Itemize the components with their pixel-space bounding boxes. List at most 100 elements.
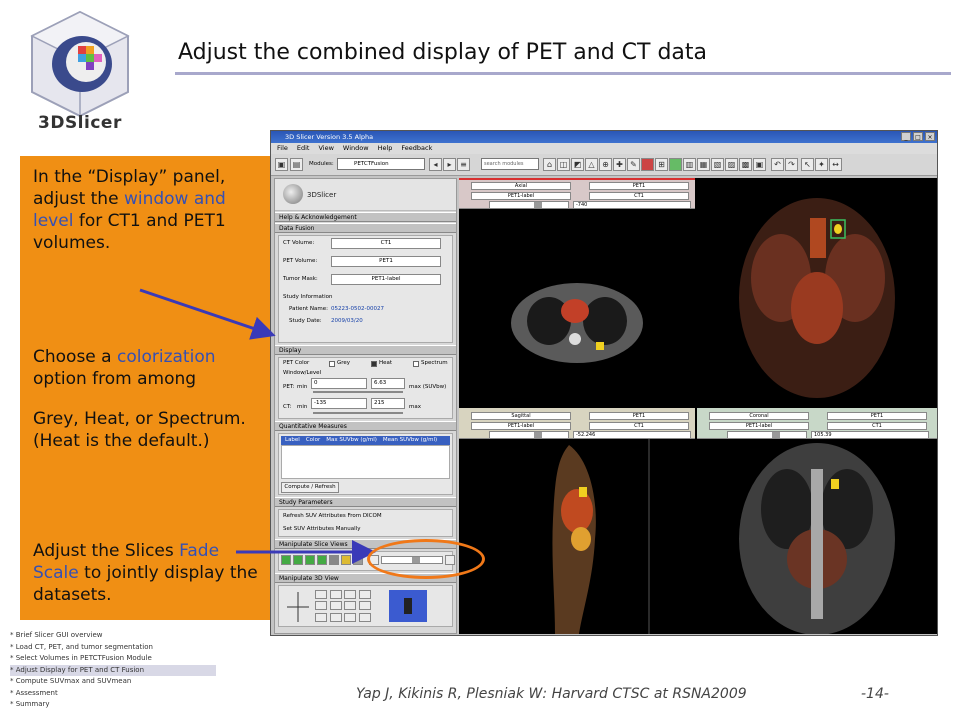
sagittal-fade-slider[interactable] — [489, 431, 569, 439]
nav-item[interactable]: * Summary — [10, 699, 216, 711]
3d-tool-icon[interactable] — [329, 612, 342, 622]
sagittal-label-select[interactable]: PET1-label — [471, 422, 571, 430]
nav-item[interactable]: * Brief Slicer GUI overview — [10, 630, 216, 642]
ct-volume-select[interactable]: CT1 — [331, 238, 441, 249]
axial-bg-select[interactable]: PET1 — [589, 182, 689, 190]
3d-tool-icon[interactable] — [358, 601, 371, 611]
models-icon[interactable]: △ — [585, 158, 598, 171]
nav-item[interactable]: * Assessment — [10, 688, 216, 700]
3d-tool-icon[interactable] — [344, 590, 356, 599]
axial-offset-value[interactable]: -740 — [573, 201, 691, 209]
3d-view[interactable] — [697, 178, 937, 408]
slice-tool-3-icon[interactable] — [305, 555, 315, 565]
coronal-slice-image[interactable] — [697, 439, 937, 634]
redo-icon[interactable]: ↷ — [785, 158, 798, 171]
ct-min-input[interactable]: -135 — [311, 398, 367, 409]
editor-icon[interactable]: ✎ — [627, 158, 640, 171]
layout-1-icon[interactable]: ▥ — [683, 158, 696, 171]
heat-radio[interactable] — [371, 361, 377, 367]
minimize-button[interactable]: _ — [901, 132, 911, 141]
layout-2-icon[interactable]: ▦ — [697, 158, 710, 171]
sagittal-slice-image[interactable] — [459, 439, 695, 634]
pet-max-input[interactable]: 6.63 — [371, 378, 405, 389]
slice-tool-7-icon[interactable] — [353, 555, 363, 565]
3d-tool-icon[interactable] — [315, 612, 327, 622]
menu-help[interactable]: Help — [378, 143, 393, 154]
axial-label-select[interactable]: PET1-label — [471, 192, 571, 200]
3d-tool-icon[interactable] — [315, 601, 327, 611]
3d-tool-icon[interactable] — [329, 601, 342, 611]
sagittal-bg-select[interactable]: PET1 — [589, 412, 689, 420]
coronal-bg-select[interactable]: PET1 — [827, 412, 927, 420]
load-data-icon[interactable]: ▣ — [275, 158, 288, 171]
color-icon[interactable] — [669, 158, 682, 171]
nav-item[interactable]: * Load CT, PET, and tumor segmentation — [10, 642, 216, 654]
menu-edit[interactable]: Edit — [297, 143, 310, 154]
sagittal-fg-select[interactable]: CT1 — [589, 422, 689, 430]
slice-tool-2-icon[interactable] — [293, 555, 303, 565]
grey-radio[interactable] — [329, 361, 335, 367]
pet-range-slider[interactable] — [313, 391, 403, 393]
sagittal-offset-value[interactable]: -52.246 — [573, 431, 691, 439]
nav-item-active[interactable]: * Adjust Display for PET and CT Fusion — [10, 664, 216, 676]
transform-mode-icon[interactable]: ↔ — [829, 158, 842, 171]
pet-volume-select[interactable]: PET1 — [331, 256, 441, 267]
axial-fg-select[interactable]: CT1 — [589, 192, 689, 200]
save-icon[interactable]: ▤ — [290, 158, 303, 171]
axial-slice-image[interactable] — [459, 209, 695, 408]
maximize-button[interactable]: □ — [913, 132, 923, 141]
layout-5-icon[interactable]: ▩ — [739, 158, 752, 171]
ct-max-input[interactable]: 215 — [371, 398, 405, 409]
axial-fade-slider[interactable] — [489, 201, 569, 209]
section-data-fusion[interactable]: Data Fusion — [275, 223, 456, 233]
3d-tool-icon[interactable] — [315, 590, 327, 599]
ct-range-slider[interactable] — [313, 412, 403, 414]
close-button[interactable]: × — [925, 132, 935, 141]
menu-feedback[interactable]: Feedback — [401, 143, 432, 154]
set-suv-section[interactable]: Set SUV Attributes Manually — [283, 526, 360, 532]
slice-tool-4-icon[interactable] — [317, 555, 327, 565]
menu-file[interactable]: File — [277, 143, 288, 154]
prev-module-icon[interactable]: ◂ — [429, 158, 442, 171]
menu-view[interactable]: View — [318, 143, 333, 154]
coronal-offset-value[interactable]: 105.39 — [811, 431, 929, 439]
module-select[interactable]: PETCTFusion — [337, 158, 425, 170]
undo-icon[interactable]: ↶ — [771, 158, 784, 171]
section-quantitative[interactable]: Quantitative Measures — [275, 421, 456, 431]
pet-min-input[interactable]: 0 — [311, 378, 367, 389]
3d-tool-icon[interactable] — [358, 612, 371, 622]
slice-tool-6-icon[interactable] — [341, 555, 351, 565]
transforms-icon[interactable]: ⊕ — [599, 158, 612, 171]
place-mode-icon[interactable]: ✦ — [815, 158, 828, 171]
coronal-fg-select[interactable]: CT1 — [827, 422, 927, 430]
tumor-mask-select[interactable]: PET1-label — [331, 274, 441, 285]
measure-icon[interactable]: ⊞ — [655, 158, 668, 171]
nav-item[interactable]: * Compute SUVmax and SUVmean — [10, 676, 216, 688]
axial-orientation-select[interactable]: Axial — [471, 182, 571, 190]
coronal-label-select[interactable]: PET1-label — [709, 422, 809, 430]
3d-tool-icon[interactable] — [358, 590, 371, 599]
section-help[interactable]: Help & Acknowledgement — [275, 212, 456, 222]
3d-axes-icon[interactable] — [285, 590, 311, 624]
layout-4-icon[interactable]: ▨ — [725, 158, 738, 171]
spectrum-radio[interactable] — [413, 361, 419, 367]
sagittal-orientation-select[interactable]: Sagittal — [471, 412, 571, 420]
menu-window[interactable]: Window — [343, 143, 369, 154]
refresh-suv-section[interactable]: Refresh SUV Attributes From DICOM — [283, 513, 382, 519]
slice-tool-5-icon[interactable] — [329, 555, 339, 565]
coronal-orientation-select[interactable]: Coronal — [709, 412, 809, 420]
3d-tool-icon[interactable] — [329, 590, 342, 599]
data-icon[interactable]: ◫ — [557, 158, 570, 171]
mouse-mode-icon[interactable]: ↖ — [801, 158, 814, 171]
3d-tool-icon[interactable] — [344, 612, 356, 622]
slice-tool-1-icon[interactable] — [281, 555, 291, 565]
layout-3-icon[interactable]: ▧ — [711, 158, 724, 171]
layout-6-icon[interactable]: ▣ — [753, 158, 766, 171]
next-module-icon[interactable]: ▸ — [443, 158, 456, 171]
module-list-icon[interactable]: ≡ — [457, 158, 470, 171]
coronal-fade-slider[interactable] — [727, 431, 807, 439]
compute-refresh-button[interactable]: Compute / Refresh — [281, 482, 339, 493]
record-icon[interactable] — [641, 158, 654, 171]
fiducials-icon[interactable]: ✚ — [613, 158, 626, 171]
nav-item[interactable]: * Select Volumes in PETCTFusion Module — [10, 653, 216, 665]
